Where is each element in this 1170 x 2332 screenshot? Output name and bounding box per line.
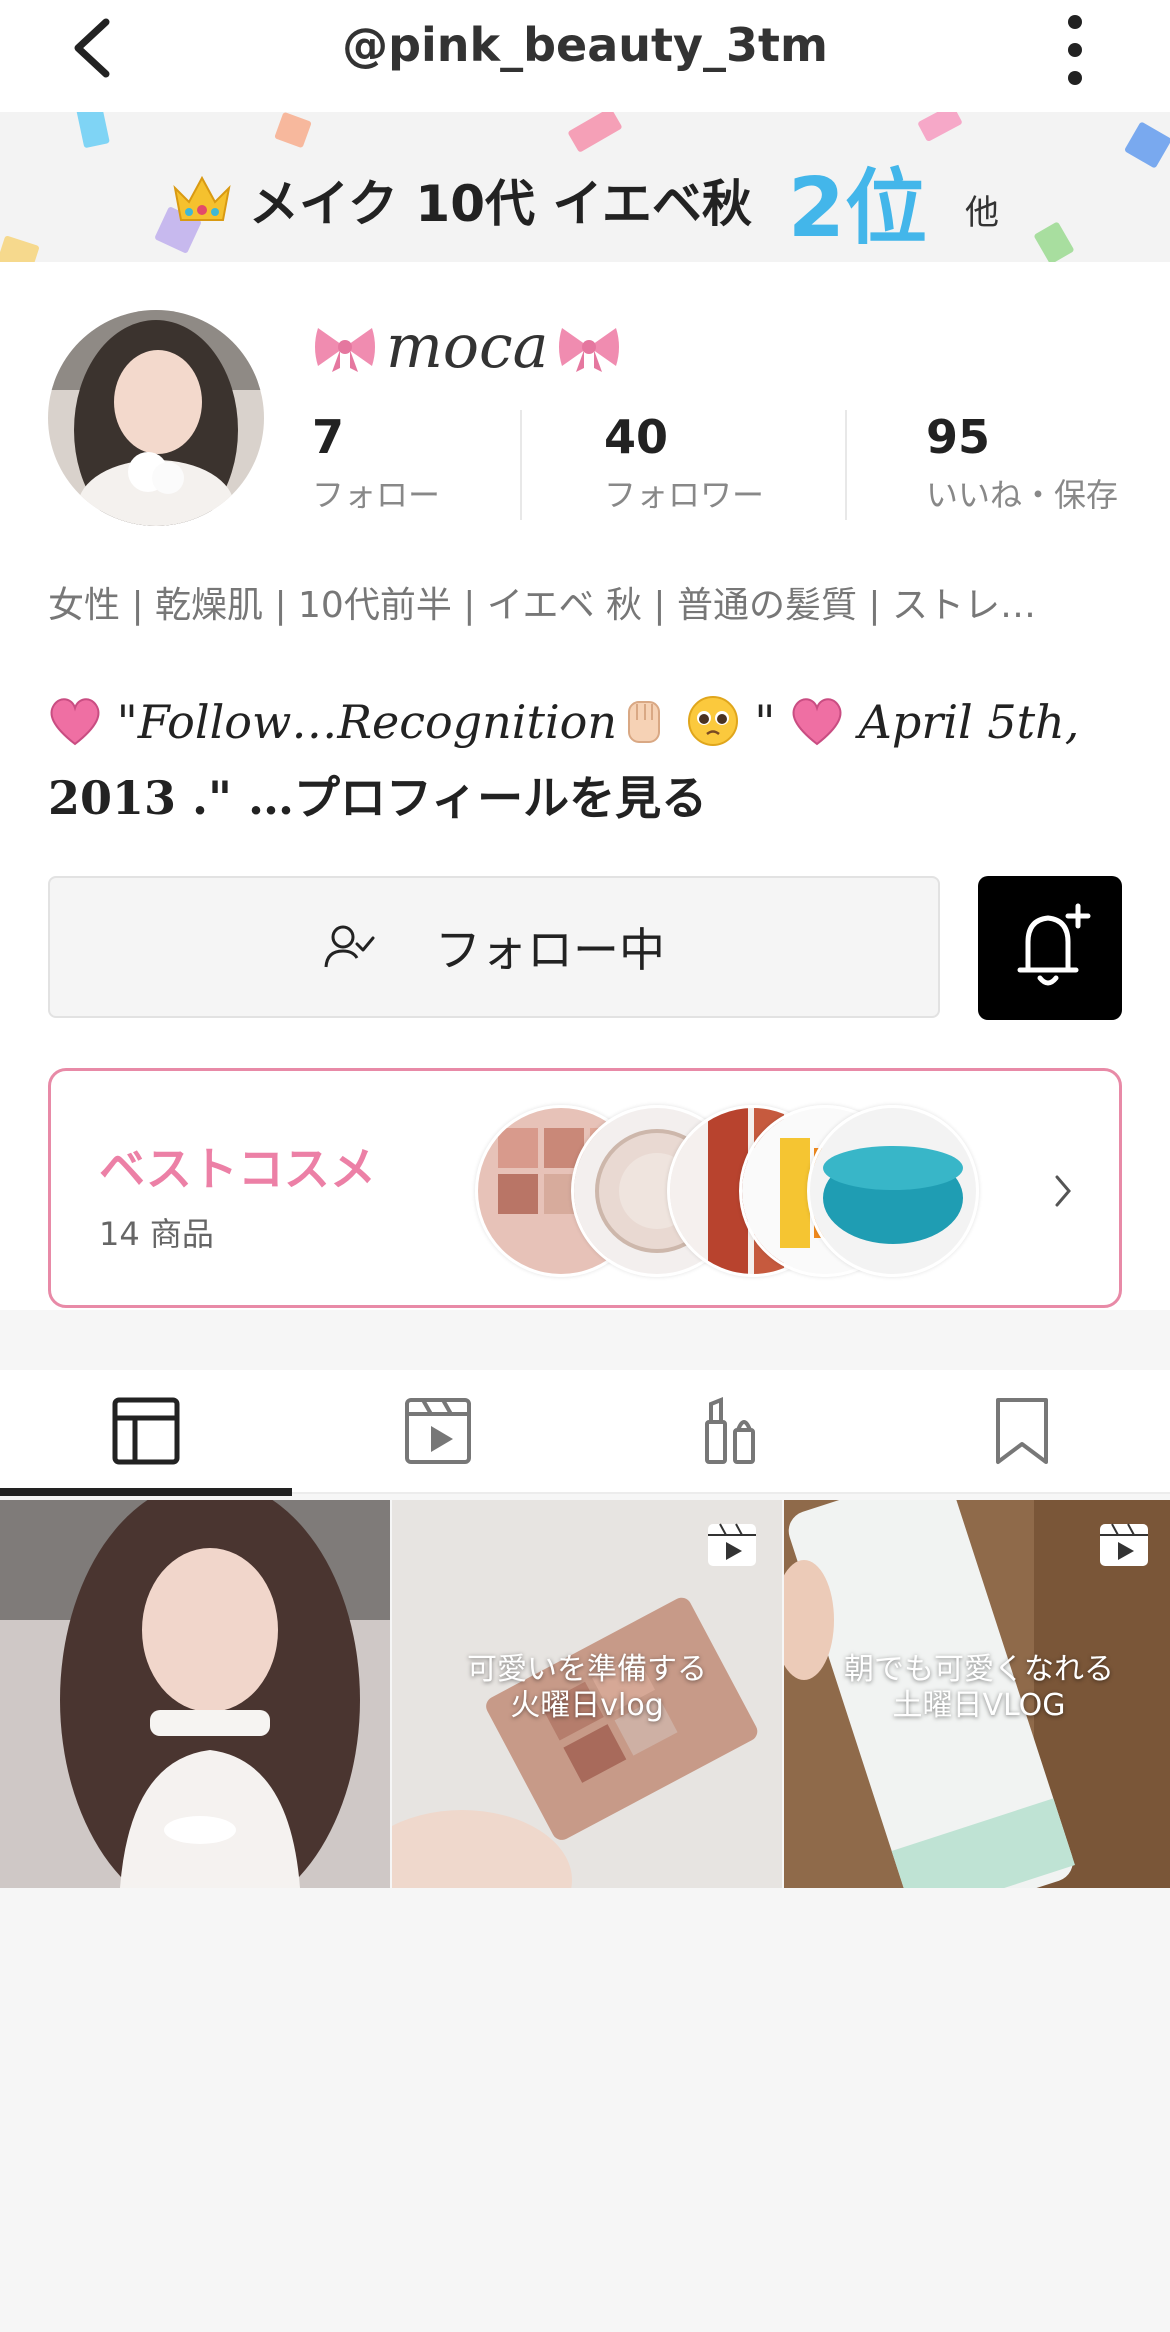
bookmark-icon — [996, 1398, 1048, 1464]
bell-plus-icon — [1017, 903, 1091, 986]
bio-text: April 5th, — [858, 695, 1080, 749]
bio-text: 2013 ." … — [48, 771, 295, 825]
post-thumbnail — [0, 1500, 390, 1888]
rank-other: 他 — [964, 192, 999, 233]
stat-divider — [845, 410, 847, 520]
post-tile[interactable]: 可愛いを準備する 火曜日vlog — [392, 1500, 782, 1888]
profile-tags: 女性 | 乾燥肌 | 10代前半 | イエベ 秋 | 普通の髪質 | ストレ… — [48, 585, 1036, 626]
raised-fist-icon — [628, 701, 660, 743]
user-check-icon — [324, 925, 375, 968]
ribbon-bow-icon — [315, 328, 375, 372]
avatar-photo — [48, 310, 264, 526]
rank-position: 2位 — [787, 160, 927, 256]
tab-posts[interactable] — [0, 1370, 292, 1492]
confetti-decoration — [76, 112, 110, 149]
video-badge-icon — [708, 1523, 756, 1566]
stat-label: いいね・保存 — [926, 476, 1119, 514]
header: @pink_beauty_3tm — [0, 0, 1170, 112]
pink-heart-icon — [792, 698, 842, 746]
rank-banner[interactable]: メイク 10代 イエベ秋 2位 他 — [0, 112, 1170, 262]
confetti-decoration — [917, 112, 963, 143]
best-cosme-title: ベストコスメ — [99, 1142, 376, 1196]
profile-page: @pink_beauty_3tm メイク 10代 イエベ秋 2位 他 moca … — [0, 0, 1170, 1310]
active-tab-indicator — [0, 1488, 292, 1496]
stat-divider — [520, 410, 522, 520]
following-button[interactable]: フォロー中 — [48, 876, 940, 1018]
profile-bio[interactable]: "Follow…Recognition " April 5th, 2013 ."… — [48, 684, 1128, 836]
stat-value: 95 — [926, 410, 991, 464]
profile-name-text: moca — [386, 312, 549, 382]
pink-heart-icon — [50, 698, 100, 746]
stat-value: 40 — [604, 410, 669, 464]
tab-divider — [292, 1492, 1170, 1494]
bio-text: "Follow…Recognition — [116, 695, 617, 749]
profile-name: moca — [312, 312, 622, 382]
confetti-decoration — [567, 112, 623, 153]
tab-videos[interactable] — [292, 1370, 584, 1492]
following-label: フォロー中 — [435, 923, 665, 977]
posts-grid-icon — [112, 1397, 180, 1465]
more-options-icon[interactable] — [1055, 14, 1095, 86]
stat-label: フォロワー — [604, 476, 765, 514]
notification-button[interactable] — [978, 876, 1122, 1020]
best-cosme-card[interactable]: ベストコスメ 14 商品 — [48, 1068, 1122, 1308]
video-badge-icon — [1100, 1523, 1148, 1566]
stat-label: フォロー — [312, 476, 441, 514]
page-title: @pink_beauty_3tm — [342, 18, 828, 72]
view-profile-link[interactable]: プロフィールを見る — [294, 771, 707, 825]
tab-cosmetics[interactable] — [584, 1370, 876, 1492]
best-cosme-count: 14 商品 — [99, 1215, 214, 1253]
confetti-decoration — [274, 112, 312, 149]
post-caption: 朝でも可愛くなれる 土曜日VLOG — [844, 1652, 1114, 1723]
ribbon-bow-icon — [559, 328, 620, 372]
stat-likes-saves[interactable]: 95 いいね・保存 — [926, 410, 1118, 516]
pleading-face-icon — [687, 696, 738, 746]
product-thumbnail — [807, 1105, 979, 1277]
videos-icon — [405, 1398, 471, 1464]
bio-text: " — [754, 695, 776, 749]
stat-value: 7 — [312, 410, 345, 464]
cosmetics-icon — [705, 1397, 755, 1464]
stat-followers[interactable]: 40 フォロワー — [604, 410, 764, 516]
stat-following[interactable]: 7 フォロー — [312, 410, 440, 516]
rank-category: メイク 10代 イエベ秋 — [249, 175, 752, 233]
post-caption: 可愛いを準備する 火曜日vlog — [467, 1652, 707, 1723]
content-tabs — [0, 1370, 1170, 1492]
crown-icon — [173, 175, 231, 221]
rank-row: メイク 10代 イエベ秋 2位 他 — [0, 160, 1170, 256]
chevron-right-icon — [1055, 1175, 1071, 1207]
post-tile[interactable]: 朝でも可愛くなれる 土曜日VLOG — [784, 1500, 1170, 1888]
post-tile[interactable] — [0, 1500, 390, 1888]
tab-saved[interactable] — [876, 1370, 1168, 1492]
avatar[interactable] — [48, 310, 264, 526]
